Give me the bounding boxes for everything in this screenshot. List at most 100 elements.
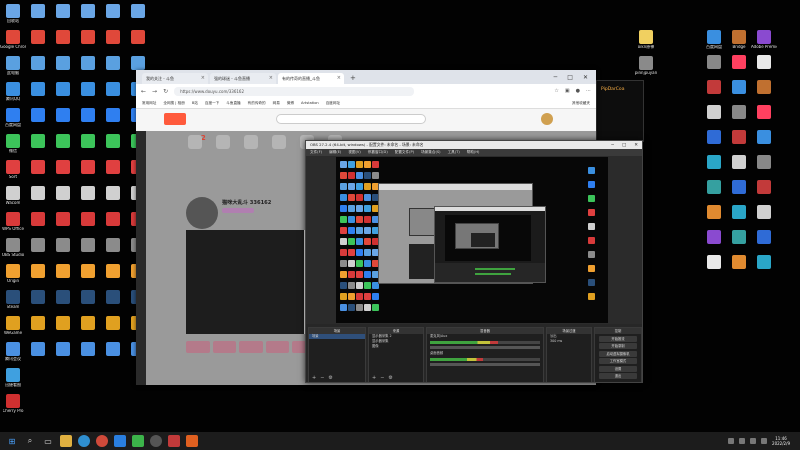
desktop-icon[interactable]: Steam bbox=[1, 290, 25, 310]
desktop-icon[interactable] bbox=[101, 30, 125, 45]
site-logo[interactable] bbox=[164, 113, 186, 125]
desktop-icon[interactable]: WPS Office bbox=[1, 212, 25, 232]
bookmark-item[interactable]: 百度网址 bbox=[326, 101, 340, 106]
desktop-icon[interactable] bbox=[26, 238, 50, 253]
desktop-icon[interactable] bbox=[702, 180, 726, 195]
tab-3[interactable]: 有的传奇的直播_斗鱼 × bbox=[278, 73, 344, 84]
desktop-icon[interactable] bbox=[101, 56, 125, 71]
input-method-icon[interactable] bbox=[761, 438, 768, 444]
desktop-icon[interactable] bbox=[26, 160, 50, 175]
desktop-icon[interactable] bbox=[26, 56, 50, 71]
windows-start-icon[interactable]: ⊞ bbox=[6, 435, 18, 447]
desktop-icon[interactable] bbox=[101, 212, 125, 227]
desktop-icon[interactable] bbox=[51, 4, 75, 19]
desktop-icon[interactable] bbox=[26, 108, 50, 123]
settings-icon[interactable]: ⚙ bbox=[388, 375, 392, 381]
desktop-icon[interactable] bbox=[727, 130, 751, 145]
desktop-icon[interactable] bbox=[752, 80, 776, 95]
desktop-icon[interactable] bbox=[76, 4, 100, 19]
bookmark-item[interactable]: 有的传奇的 bbox=[248, 101, 266, 106]
desktop-icon[interactable] bbox=[76, 160, 100, 175]
desktop-icon[interactable] bbox=[101, 186, 125, 201]
task-view-icon[interactable]: ▭ bbox=[42, 435, 54, 447]
bookmark-item[interactable]: Artstation bbox=[301, 101, 319, 105]
tab-2[interactable]: 强的球迷 - 斗鱼直播 × bbox=[210, 73, 276, 84]
streamer-avatar[interactable] bbox=[186, 197, 218, 229]
obs-control-button[interactable]: 启动虚拟摄像机 bbox=[599, 350, 637, 357]
network-icon[interactable] bbox=[739, 438, 746, 444]
desktop-icon[interactable] bbox=[76, 238, 100, 253]
desktop-icon[interactable] bbox=[727, 180, 751, 195]
obs-menu-item[interactable]: 帮助(H) bbox=[467, 150, 480, 155]
obs-menu-item[interactable]: 停靠窗口(D) bbox=[368, 150, 388, 155]
bookmark-item[interactable]: 其他收藏夹 bbox=[572, 101, 596, 106]
obs-menu-item[interactable]: 编辑(E) bbox=[329, 150, 341, 155]
desktop-icon[interactable] bbox=[26, 342, 50, 357]
desktop-icon[interactable] bbox=[26, 212, 50, 227]
desktop-icon[interactable] bbox=[76, 316, 100, 331]
stat-item[interactable] bbox=[272, 135, 286, 149]
tray-icon[interactable] bbox=[728, 438, 735, 444]
desktop-icon[interactable] bbox=[727, 80, 751, 95]
desktop-icon[interactable] bbox=[727, 55, 751, 70]
desktop-icon[interactable]: pinnjpuyan bbox=[634, 56, 658, 76]
obs-icon[interactable] bbox=[150, 435, 162, 447]
profile-icon[interactable]: ● bbox=[576, 88, 580, 94]
settings-icon[interactable]: ⚙ bbox=[328, 375, 332, 381]
bookmark-item[interactable]: 常用网址 bbox=[142, 101, 156, 106]
desktop-icon[interactable]: Adobe Premiere bbox=[751, 30, 777, 50]
bookmark-item[interactable]: 斗鱼直播 bbox=[226, 101, 240, 106]
desktop-icon[interactable] bbox=[126, 4, 150, 19]
transition-duration[interactable]: 300 ms bbox=[547, 339, 591, 344]
desktop-icon[interactable] bbox=[752, 105, 776, 120]
desktop-icon[interactable]: Sort bbox=[1, 160, 25, 180]
desktop-icon[interactable] bbox=[76, 290, 100, 305]
obs-menu-item[interactable]: 配置文件(P) bbox=[395, 150, 414, 155]
desktop-icon[interactable] bbox=[126, 56, 150, 71]
desktop-icon[interactable]: 回收站 bbox=[1, 4, 25, 24]
search-icon[interactable]: ⌕ bbox=[24, 435, 36, 447]
desktop-icon[interactable] bbox=[727, 105, 751, 120]
desktop-icon[interactable] bbox=[51, 186, 75, 201]
desktop-icon[interactable]: OBS Studio bbox=[1, 238, 25, 258]
app-icon[interactable] bbox=[168, 435, 180, 447]
desktop-icon[interactable] bbox=[752, 155, 776, 170]
desktop-icon[interactable] bbox=[26, 264, 50, 279]
desktop-icon[interactable] bbox=[76, 56, 100, 71]
desktop-icon[interactable]: 此电脑 bbox=[1, 56, 25, 76]
volume-icon[interactable] bbox=[750, 438, 757, 444]
menu-icon[interactable]: ⋯ bbox=[586, 88, 591, 94]
bookmark-item[interactable]: 网易 bbox=[273, 101, 280, 106]
minimize-icon[interactable]: ─ bbox=[611, 143, 614, 148]
desktop-icon[interactable]: Cherry Pro bbox=[1, 394, 25, 414]
desktop-icon[interactable] bbox=[76, 264, 100, 279]
desktop-icon[interactable]: Origin bbox=[1, 264, 25, 284]
desktop-icon[interactable] bbox=[752, 130, 776, 145]
desktop-icon[interactable] bbox=[752, 205, 776, 220]
desktop-icon[interactable] bbox=[76, 30, 100, 45]
remove-icon[interactable]: − bbox=[380, 375, 384, 381]
obs-menu-item[interactable]: 场景集合(S) bbox=[421, 150, 440, 155]
new-tab-icon[interactable]: + bbox=[350, 73, 356, 84]
desktop-icon[interactable] bbox=[51, 56, 75, 71]
desktop-icon[interactable] bbox=[51, 342, 75, 357]
obs-menu-item[interactable]: 文件(F) bbox=[310, 150, 322, 155]
desktop-icon[interactable] bbox=[51, 238, 75, 253]
refresh-icon[interactable]: ↻ bbox=[163, 88, 168, 95]
desktop-icon[interactable]: 微信 bbox=[1, 134, 25, 154]
obs-window[interactable]: OBS 27.2.4 (64-bit, windows) - 配置文件: 未命名… bbox=[305, 140, 643, 383]
desktop-icon[interactable] bbox=[702, 130, 726, 145]
desktop-icon[interactable] bbox=[51, 82, 75, 97]
desktop-icon[interactable] bbox=[76, 186, 100, 201]
obs-control-button[interactable]: 退出 bbox=[599, 373, 637, 379]
desktop-icon[interactable] bbox=[26, 186, 50, 201]
desktop-icon[interactable] bbox=[702, 155, 726, 170]
desktop-icon[interactable]: oikn原神 bbox=[634, 30, 658, 50]
stat-item[interactable] bbox=[188, 135, 202, 149]
bookmark-item[interactable]: 全网搜 | 相册 bbox=[163, 101, 184, 106]
video-player[interactable] bbox=[186, 230, 304, 334]
desktop-icon[interactable] bbox=[752, 255, 776, 270]
desktop-icon[interactable] bbox=[51, 134, 75, 149]
desktop-icon[interactable] bbox=[76, 108, 100, 123]
extensions-icon[interactable]: ▣ bbox=[565, 88, 570, 94]
